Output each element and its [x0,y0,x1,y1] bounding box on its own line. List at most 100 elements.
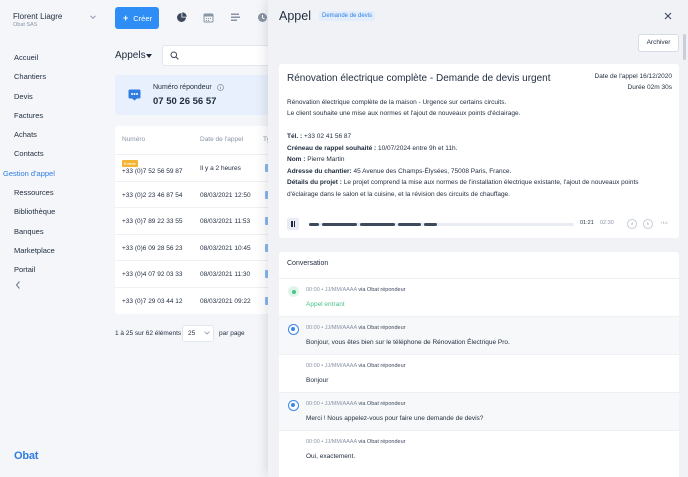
per-page-value: 25 [188,330,196,337]
name-line: Nom : Pierre Martin [287,154,675,165]
responder-card: Numéro répondeur 07 50 26 56 57 [115,75,285,115]
archive-button[interactable]: Archiver [638,34,679,52]
per-page-select[interactable]: 25 [182,325,214,342]
calls-table: Numéro Date de l'appel Ty Entrée +33 (0)… [115,126,285,314]
waveform-segment [360,223,395,226]
pie-chart-icon[interactable] [176,12,187,23]
sidebar-item-factures[interactable]: Factures [0,106,108,125]
panel-title: Appel [279,9,311,23]
column-header-date[interactable]: Date de l'appel [200,136,243,143]
call-summary-line: Le client souhaite une mise aux normes e… [287,110,521,117]
message-meta: 00:00 • JJ/MM/AAAA via Obat répondeur [306,287,405,293]
message-item: 00:00 • JJ/MM/AAAA via Obat répondeur Bo… [279,354,679,392]
table-row[interactable]: +33 (0)6 09 28 56 23 08/03/2021 10:45 [115,233,285,261]
info-icon[interactable] [217,84,224,91]
sidebar-item-chantiers[interactable]: Chantiers [0,67,108,86]
chevron-down-icon [204,331,210,335]
sidebar-item-ressources[interactable]: Ressources [0,183,108,202]
total-time: 02:30 [600,220,614,226]
search-input[interactable] [162,45,282,66]
list-icon[interactable] [230,12,241,23]
forward-icon[interactable]: ↻ [643,219,653,229]
message-timestamp: 00:00 • JJ/MM/AAAA [306,325,357,331]
call-title: Rénovation électrique complète - Demande… [287,73,551,84]
bot-icon [288,324,299,335]
sidebar-item-portail[interactable]: Portail [0,260,108,279]
create-button-label: Créer [133,14,153,23]
responder-label: Numéro répondeur [153,84,212,91]
search-icon [170,51,179,60]
message-text: Oui, exactement. [306,453,356,460]
scrollbar[interactable] [683,34,686,60]
call-summary-line: Rénovation électrique complète de la mai… [287,99,507,106]
project-line: Détails du projet : Le projet comprend l… [287,177,675,188]
message-source: via Obat répondeur [358,363,406,369]
call-number: +33 (0)7 29 03 44 12 [122,297,183,305]
user-switcher[interactable]: Florent Liagre Obat SAS [13,12,62,28]
page-title[interactable]: Appels [115,50,146,61]
playback-rate[interactable]: +1.0 [659,219,669,229]
rewind-icon[interactable]: ↺ [627,219,637,229]
call-number: +33 (0)7 89 22 33 55 [122,218,183,225]
voicemail-icon [128,89,141,101]
table-row[interactable]: +33 (0)7 29 03 44 12 08/03/2021 09:22 [115,286,285,314]
user-name: Florent Liagre [13,12,63,21]
chevron-left-icon[interactable] [14,280,22,290]
call-number: +33 (0)6 09 28 56 23 [122,244,183,252]
table-row[interactable]: +33 (0)2 23 46 87 54 08/03/2021 12:50 [115,180,285,208]
call-number: +33 (0)7 52 56 59 87 [122,168,183,175]
close-icon[interactable] [664,12,672,20]
sidebar-item-devis[interactable]: Devis [0,87,108,106]
sidebar-item-marketplace[interactable]: Marketplace [0,241,108,260]
table-row[interactable]: +33 (0)4 07 92 03 33 08/03/2021 11:30 [115,260,285,287]
project-value: Le projet comprend la mise aux normes de… [341,179,639,186]
table-row[interactable]: +33 (0)7 89 22 33 55 08/03/2021 11:53 [115,207,285,234]
callback-slot-line: Créneau de rappel souhaité : 10/07/2024 … [287,143,675,154]
sidebar-item-achats[interactable]: Achats [0,125,108,144]
message-text: Bonjour [306,377,329,384]
sidebar-item-banques[interactable]: Banques [0,222,108,241]
chevron-down-icon[interactable] [89,13,97,21]
audio-progress-track[interactable] [309,223,574,226]
message-source: via Obat répondeur [358,401,406,407]
create-button[interactable]: + Créer [115,7,159,29]
phone-label: Tél. : [287,133,303,140]
calendar-icon[interactable] [203,12,214,23]
clock-icon[interactable] [257,12,268,23]
pagination-summary: 1 à 25 sur 62 éléments [115,330,182,337]
user-company: Obat SAS [13,22,38,28]
message-meta: 00:00 • JJ/MM/AAAA via Obat répondeur [306,401,405,407]
column-header-numero[interactable]: Numéro [122,136,145,143]
responder-number: 07 50 26 56 57 [153,96,217,107]
address-line: Adresse du chantier: 45 Avenue des Champ… [287,166,675,177]
waveform-segment [309,223,319,226]
sidebar-item-bibliotheque[interactable]: Bibliothèque [0,202,108,221]
message-meta: 00:00 • JJ/MM/AAAA via Obat répondeur [306,363,405,369]
sidebar: Florent Liagre Obat SAS Accueil Chantier… [0,0,108,477]
pause-icon-bar [293,221,295,227]
caret-down-icon[interactable] [146,54,152,58]
sidebar-item-contacts[interactable]: Contacts [0,144,108,163]
phone-line: Tél. : +33 02 41 56 87 [287,131,675,142]
category-badge: Demande de devis [319,11,376,21]
call-date: 08/03/2021 11:53 [200,218,251,225]
message-source: via Obat répondeur [358,325,406,331]
message-item: 00:00 • JJ/MM/AAAA via Obat répondeur Bo… [279,316,679,354]
table-row[interactable]: Entrée +33 (0)7 52 56 59 87 Il y a 2 heu… [115,154,285,181]
status-badge: Entrée [122,160,138,167]
call-number: +33 (0)4 07 92 03 33 [122,271,183,278]
sidebar-nav: Accueil Chantiers Devis Factures Achats … [0,48,108,280]
message-timestamp: 00:00 • JJ/MM/AAAA [306,363,357,369]
sidebar-item-accueil[interactable]: Accueil [0,48,108,67]
sidebar-item-gestion-appel[interactable]: Gestion d'appel [0,164,108,183]
message-source: via Obat répondeur [358,287,406,293]
message-text: Merci ! Nous appelez-vous pour faire une… [306,415,484,422]
message-item: 00:00 • JJ/MM/AAAA via Obat répondeur Me… [279,392,679,430]
message-timestamp: 00:00 • JJ/MM/AAAA [306,401,357,407]
pause-button[interactable] [287,218,299,230]
incoming-call-icon [288,286,299,297]
waveform-segment [322,223,357,226]
address-value: 45 Avenue des Champs-Élysées, 75008 Pari… [351,167,512,175]
conversation-card: Conversation 00:00 • JJ/MM/AAAA via Obat… [279,252,679,477]
message-meta: 00:00 • JJ/MM/AAAA via Obat répondeur [306,439,405,445]
